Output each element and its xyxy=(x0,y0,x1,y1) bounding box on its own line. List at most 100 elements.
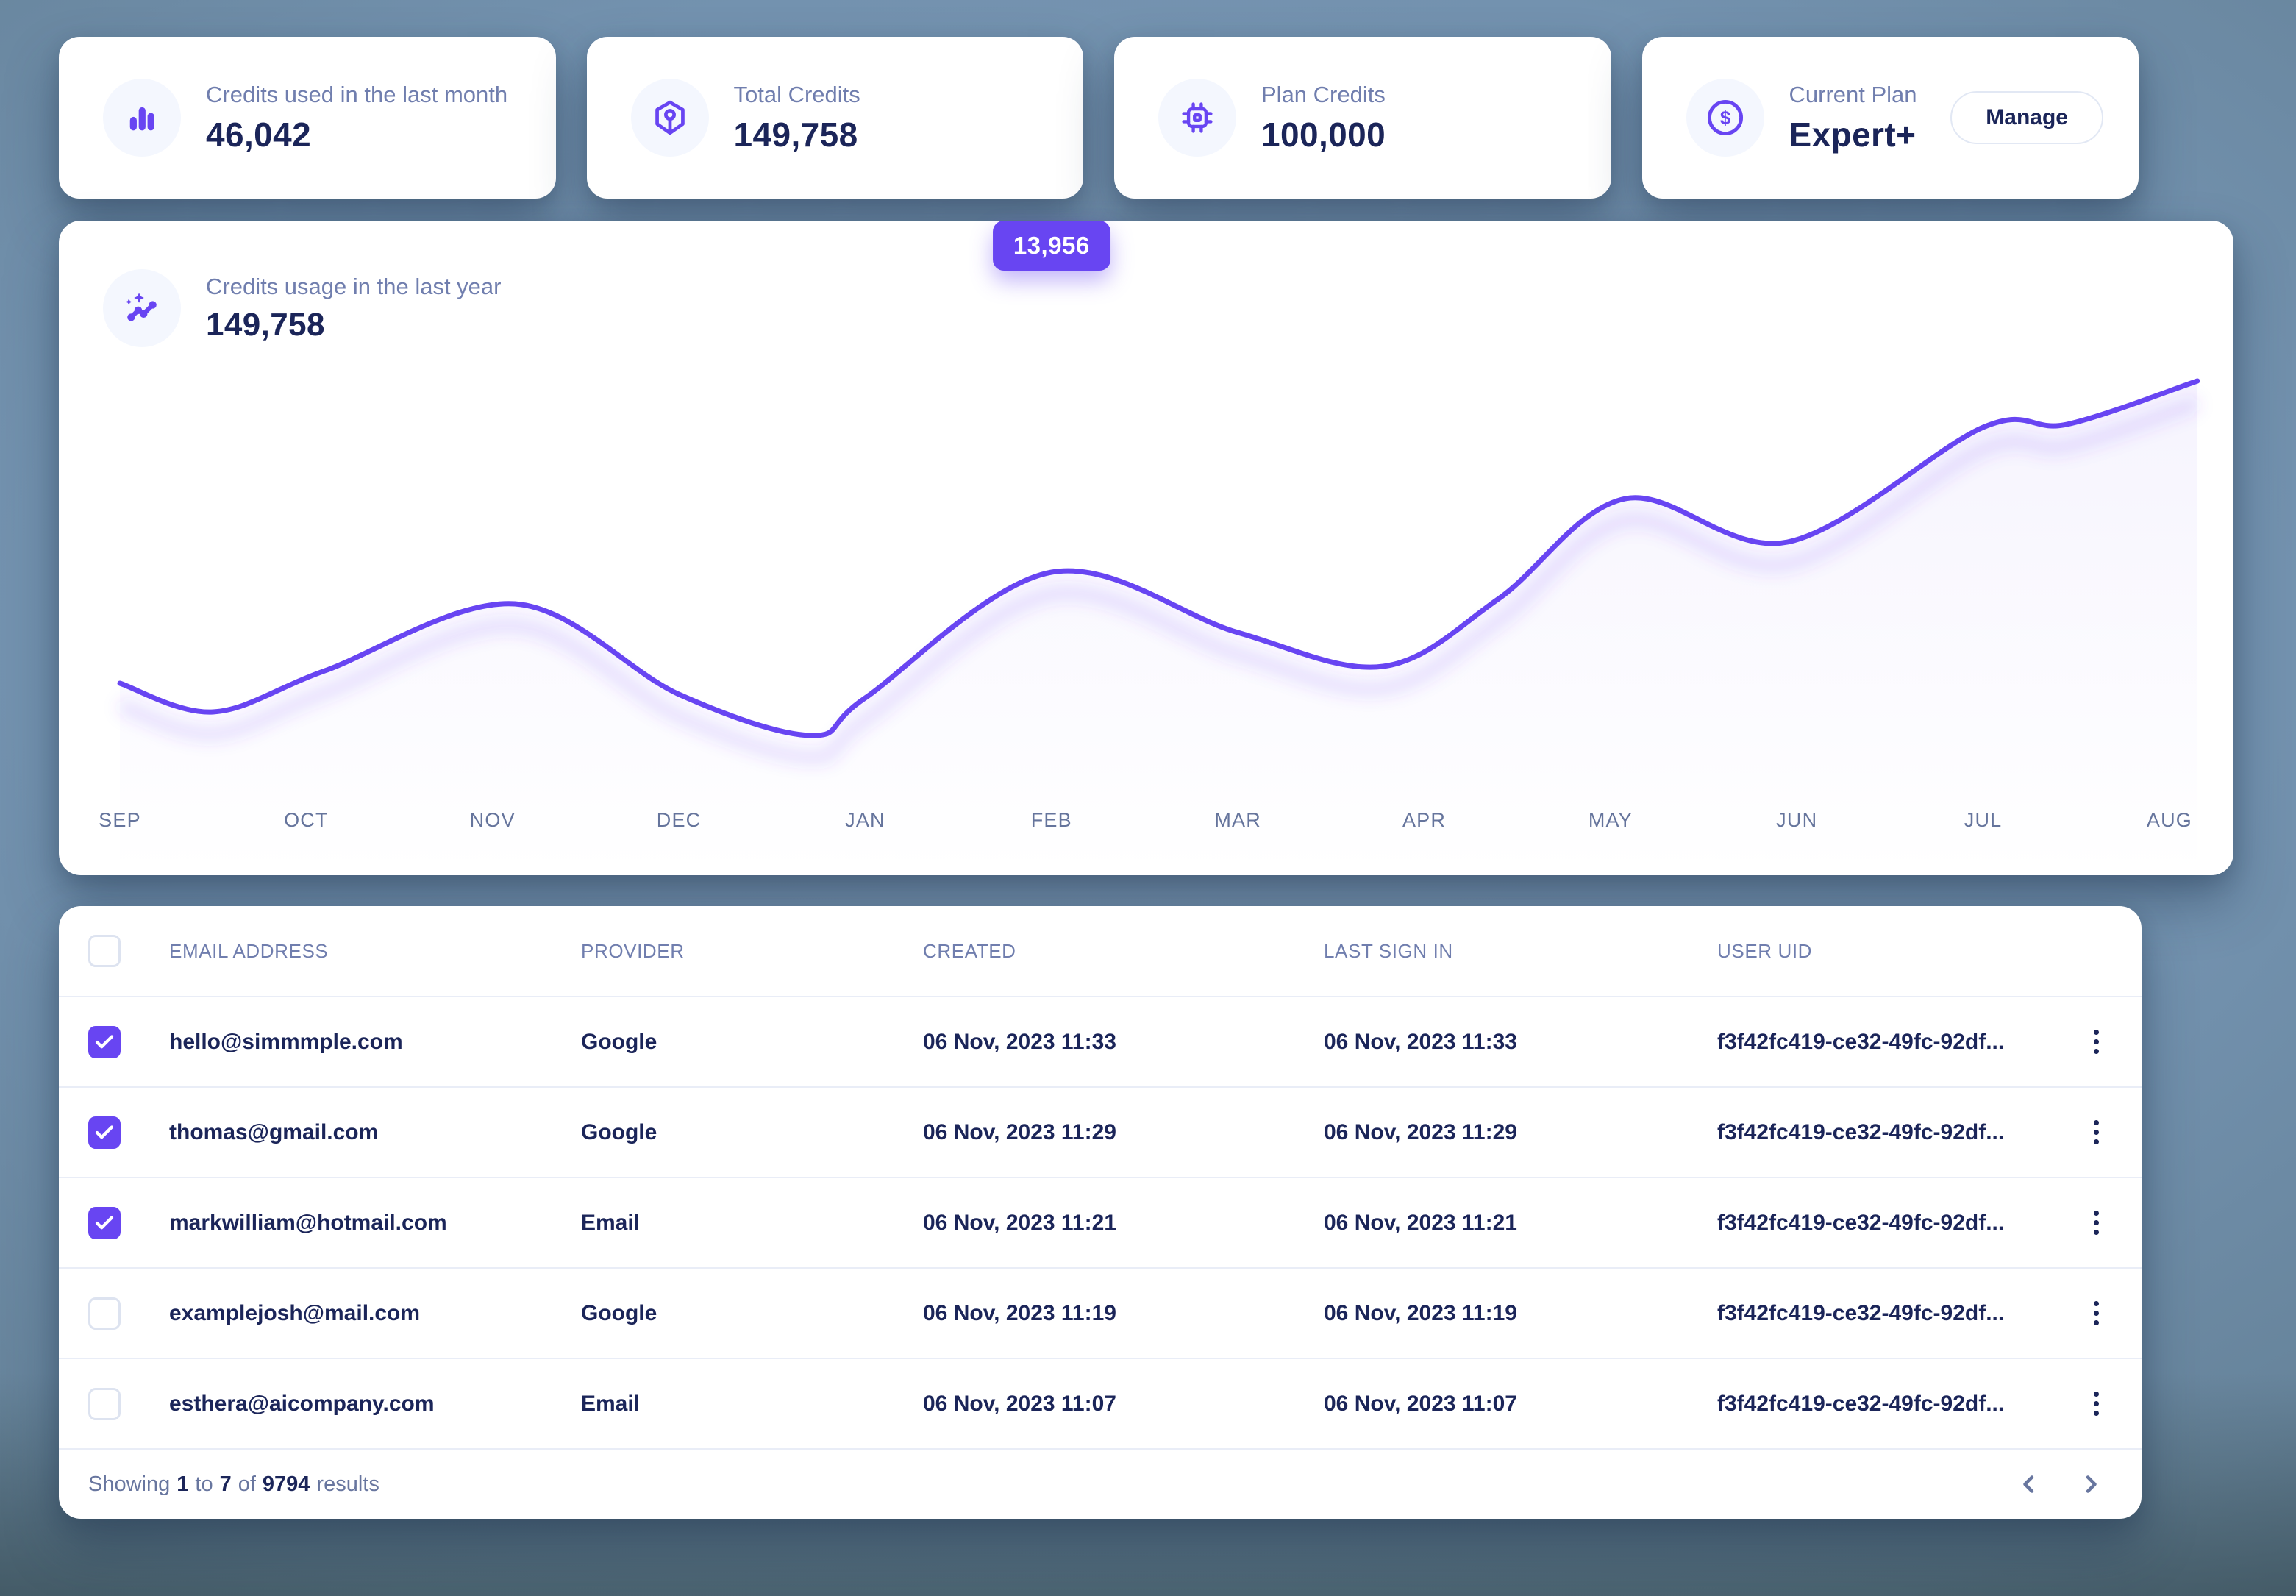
email-cell: examplejosh@mail.com xyxy=(169,1301,581,1326)
last-sign-in-cell: 06 Nov, 2023 11:21 xyxy=(1324,1211,1717,1236)
row-checkbox[interactable] xyxy=(88,1026,121,1058)
svg-text:$: $ xyxy=(1719,108,1730,129)
month-label-aug: AUG xyxy=(2147,809,2192,832)
row-checkbox[interactable] xyxy=(88,1207,121,1239)
manage-button[interactable]: Manage xyxy=(1950,91,2103,144)
kebab-icon xyxy=(2094,1030,2099,1054)
table-header-row: EMAIL ADDRESSPROVIDERCREATEDLAST SIGN IN… xyxy=(59,906,2142,997)
stat-value: 100,000 xyxy=(1261,115,1386,154)
summary-showing: Showing xyxy=(88,1472,170,1497)
stat-label: Credits used in the last month xyxy=(206,82,507,108)
kebab-icon xyxy=(2094,1120,2099,1144)
created-cell: 06 Nov, 2023 11:19 xyxy=(923,1301,1324,1326)
summary-total: 9794 xyxy=(263,1472,310,1497)
column-header-created: CREATED xyxy=(923,940,1324,963)
table-row: esthera@aicompany.comEmail06 Nov, 2023 1… xyxy=(59,1359,2142,1450)
line-area-fill xyxy=(120,381,2197,875)
month-label-jan: JAN xyxy=(845,809,885,832)
stats-row: Credits used in the last month 46,042 Tota… xyxy=(59,37,2139,199)
chart-total-value: 149,758 xyxy=(206,307,502,343)
stat-card-4: $ Current Plan Expert+ Manage xyxy=(1642,37,2139,199)
user-uid-cell: f3f42fc419-ce32-49fc-92df... xyxy=(1717,1120,2061,1145)
email-cell: esthera@aicompany.com xyxy=(169,1392,581,1417)
stat-label: Plan Credits xyxy=(1261,82,1386,108)
kebab-icon xyxy=(2094,1301,2099,1325)
row-checkbox[interactable] xyxy=(88,1388,121,1420)
month-label-apr: APR xyxy=(1402,809,1446,832)
provider-cell: Email xyxy=(581,1392,923,1417)
table-row: thomas@gmail.comGoogle06 Nov, 2023 11:29… xyxy=(59,1088,2142,1178)
month-label-nov: NOV xyxy=(470,809,516,832)
user-uid-cell: f3f42fc419-ce32-49fc-92df... xyxy=(1717,1301,2061,1326)
pagination-next-button[interactable] xyxy=(2072,1466,2109,1503)
table-row: hello@simmmple.comGoogle06 Nov, 2023 11:… xyxy=(59,997,2142,1088)
month-label-jun: JUN xyxy=(1776,809,1817,832)
stat-value: Expert+ xyxy=(1789,115,1917,154)
table-row: examplejosh@mail.comGoogle06 Nov, 2023 1… xyxy=(59,1269,2142,1359)
month-label-sep: SEP xyxy=(99,809,141,832)
stat-text: Current Plan Expert+ xyxy=(1789,82,1917,154)
user-uid-cell: f3f42fc419-ce32-49fc-92df... xyxy=(1717,1392,2061,1417)
month-label-dec: DEC xyxy=(657,809,702,832)
summary-of-word: of xyxy=(238,1472,256,1497)
row-menu-button[interactable] xyxy=(2072,1109,2119,1156)
row-checkbox[interactable] xyxy=(88,1116,121,1149)
select-all-checkbox[interactable] xyxy=(88,935,121,967)
row-checkbox[interactable] xyxy=(88,1297,121,1330)
stat-card-2: Total Credits149,758 xyxy=(587,37,1084,199)
row-menu-button[interactable] xyxy=(2072,1290,2119,1337)
table-body: hello@simmmple.comGoogle06 Nov, 2023 11:… xyxy=(59,997,2142,1450)
chart-title: Credits usage in the last year xyxy=(206,274,502,300)
column-header-provider: PROVIDER xyxy=(581,940,923,963)
stat-text: Plan Credits 100,000 xyxy=(1261,82,1386,154)
kebab-icon xyxy=(2094,1211,2099,1235)
created-cell: 06 Nov, 2023 11:21 xyxy=(923,1211,1324,1236)
trend-sparkle-icon xyxy=(103,269,181,347)
kebab-icon xyxy=(2094,1392,2099,1416)
email-cell: hello@simmmple.com xyxy=(169,1030,581,1055)
provider-cell: Google xyxy=(581,1030,923,1055)
row-menu-button[interactable] xyxy=(2072,1200,2119,1247)
month-label-oct: OCT xyxy=(284,809,329,832)
column-header-last-sign-in: LAST SIGN IN xyxy=(1324,940,1717,963)
user-uid-cell: f3f42fc419-ce32-49fc-92df... xyxy=(1717,1211,2061,1236)
users-table-card: EMAIL ADDRESSPROVIDERCREATEDLAST SIGN IN… xyxy=(59,906,2142,1519)
pagination xyxy=(2011,1466,2109,1503)
stat-value: 149,758 xyxy=(734,115,860,154)
provider-cell: Email xyxy=(581,1211,923,1236)
credits-usage-card: Credits usage in the last year 149,758 1… xyxy=(59,221,2233,875)
dollar-circle-icon: $ xyxy=(1686,79,1764,157)
summary-results-word: results xyxy=(316,1472,379,1497)
created-cell: 06 Nov, 2023 11:29 xyxy=(923,1120,1324,1145)
bar-chart-icon xyxy=(103,79,181,157)
pagination-prev-button[interactable] xyxy=(2011,1466,2047,1503)
last-sign-in-cell: 06 Nov, 2023 11:19 xyxy=(1324,1301,1717,1326)
summary-to: 7 xyxy=(220,1472,232,1497)
stat-text: Credits used in the last month 46,042 xyxy=(206,82,507,154)
summary-to-word: to xyxy=(195,1472,213,1497)
row-menu-button[interactable] xyxy=(2072,1381,2119,1428)
provider-cell: Google xyxy=(581,1120,923,1145)
chip-icon xyxy=(1158,79,1236,157)
results-summary: Showing 1 to 7 of 9794 results xyxy=(88,1472,379,1497)
month-label-mar: MAR xyxy=(1214,809,1261,832)
month-label-may: MAY xyxy=(1589,809,1633,832)
chart-tooltip: 13,956 xyxy=(993,221,1110,271)
stat-card-1: Credits used in the last month 46,042 xyxy=(59,37,556,199)
chart-header: Credits usage in the last year 149,758 xyxy=(103,269,502,347)
last-sign-in-cell: 06 Nov, 2023 11:07 xyxy=(1324,1392,1717,1417)
created-cell: 06 Nov, 2023 11:33 xyxy=(923,1030,1324,1055)
chevron-right-icon xyxy=(2077,1470,2105,1498)
table-row: markwilliam@hotmail.comEmail06 Nov, 2023… xyxy=(59,1178,2142,1269)
stat-card-3: Plan Credits 100,000 xyxy=(1114,37,1611,199)
last-sign-in-cell: 06 Nov, 2023 11:33 xyxy=(1324,1030,1717,1055)
chevron-left-icon xyxy=(2015,1470,2043,1498)
provider-cell: Google xyxy=(581,1301,923,1326)
created-cell: 06 Nov, 2023 11:07 xyxy=(923,1392,1324,1417)
row-menu-button[interactable] xyxy=(2072,1019,2119,1066)
month-label-jul: JUL xyxy=(1964,809,2003,832)
table-footer: Showing 1 to 7 of 9794 results xyxy=(59,1450,2142,1519)
stat-value: 46,042 xyxy=(206,115,507,154)
stat-label: Current Plan xyxy=(1789,82,1917,108)
email-cell: thomas@gmail.com xyxy=(169,1120,581,1145)
